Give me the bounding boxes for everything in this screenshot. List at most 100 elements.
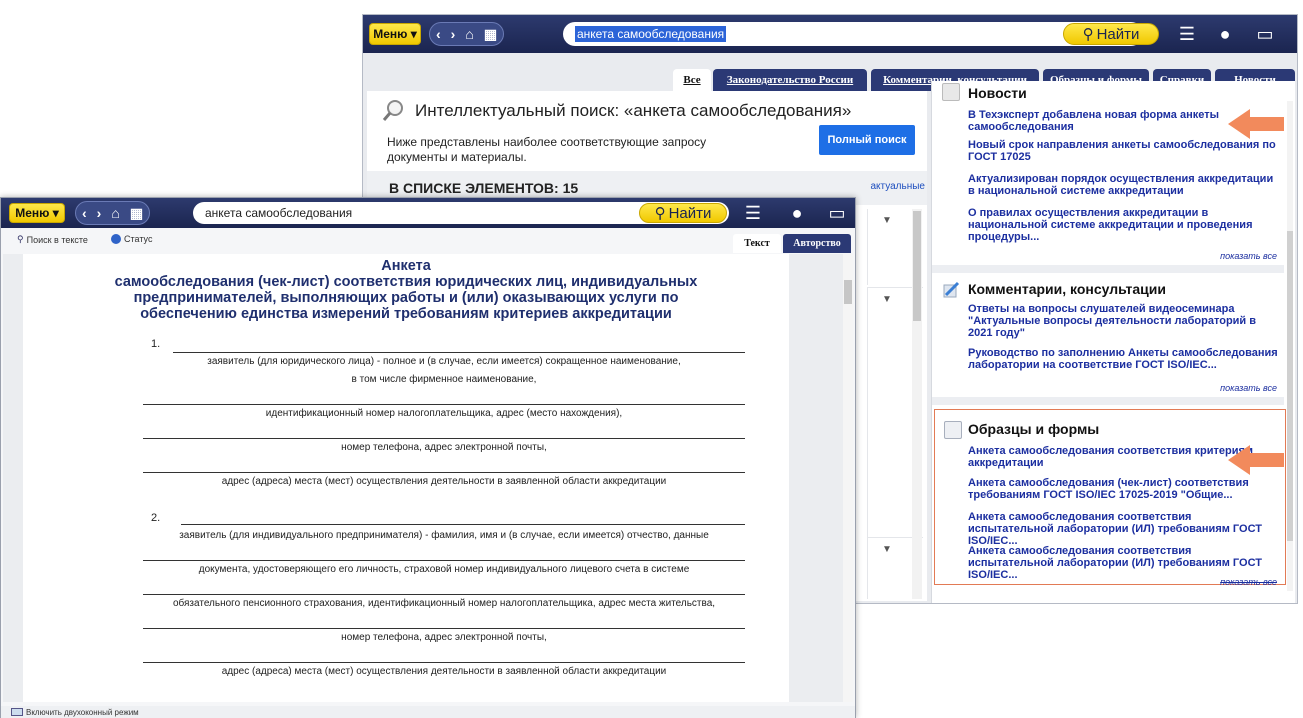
fill-line [143, 628, 745, 629]
panel-scrollbar[interactable] [1287, 101, 1293, 591]
comments-title: Комментарии, консультации [968, 281, 1167, 297]
field-caption: номер телефона, адрес электронной почты, [341, 442, 547, 453]
fill-line [173, 352, 745, 353]
search-icon: ⚲ [1082, 26, 1094, 43]
document-window: Меню ▾ ‹ › ⌂ ▦ анкета самообследования ⚲… [0, 197, 856, 718]
tab-legislation[interactable]: Законодательство России [713, 69, 867, 91]
field-caption: номер телефона, адрес электронной почты, [341, 632, 547, 643]
news-title: Новости [968, 85, 1027, 101]
home-icon[interactable]: ⌂ [465, 26, 473, 42]
grid-icon[interactable]: ▦ [484, 26, 497, 43]
home-icon[interactable]: ⌂ [111, 205, 119, 221]
field-caption: идентификационный номер налогоплательщик… [265, 408, 623, 419]
news-link[interactable]: В Техэксперт добавлена новая форма анкет… [968, 109, 1268, 133]
document-toolbar: Меню ▾ ‹ › ⌂ ▦ анкета самообследования ⚲… [1, 198, 855, 228]
nav-group: ‹ › ⌂ ▦ [75, 201, 151, 225]
find-button[interactable]: ⚲ Найти [639, 203, 727, 223]
field-caption: обязательного пенсионного страхования, и… [172, 598, 716, 609]
field-caption: в том числе фирменное наименование, [351, 374, 537, 385]
search-input[interactable]: анкета самообследования [563, 22, 1143, 46]
results-scrollbar[interactable] [912, 209, 922, 599]
news-link[interactable]: Актуализирован порядок осуществления акк… [968, 173, 1278, 197]
comments-show-all[interactable]: показать все [1220, 383, 1277, 393]
dual-window-toggle[interactable]: Включить двухоконный режим [26, 708, 139, 717]
grid-icon[interactable]: ▦ [130, 205, 143, 222]
search-title: Интеллектуальный поиск: «анкета самообсл… [415, 101, 852, 120]
field-caption: заявитель (для индивидуального предприни… [179, 530, 709, 541]
item-number: 2. [151, 512, 161, 524]
fill-line [143, 560, 745, 561]
chevron-down-icon[interactable]: ▼ [882, 215, 892, 226]
full-search-button[interactable]: Полный поиск [819, 125, 915, 155]
chat-icon[interactable]: ▭ [1253, 23, 1277, 45]
magnifier-icon [381, 99, 403, 121]
doc-title: обеспечению единства измерений требовани… [140, 306, 672, 322]
nav-group: ‹ › ⌂ ▦ [429, 22, 505, 46]
fill-line [143, 662, 745, 663]
field-caption: адрес (адреса) места (мест) осуществлени… [221, 666, 667, 677]
search-in-text-button[interactable]: ⚲ Поиск в тексте [17, 234, 88, 245]
doc-title: Анкета [381, 258, 431, 274]
doc-title: самообследования (чек-лист) соответствия… [114, 274, 698, 290]
forward-icon[interactable]: › [451, 26, 456, 42]
doc-title: предпринимателей, выполняющих работы и (… [133, 290, 679, 306]
find-label: Найти [668, 204, 712, 222]
tab-all[interactable]: Все [673, 69, 711, 91]
find-label: Найти [1096, 25, 1140, 43]
results-count: В СПИСКЕ ЭЛЕМЕНТОВ: 15 [389, 180, 579, 196]
search-icon: ⚲ [654, 205, 666, 222]
fill-line [143, 472, 745, 473]
status-bar: Включить двухоконный режим [1, 706, 855, 718]
fill-line [143, 404, 745, 405]
forward-icon[interactable]: › [97, 205, 102, 221]
document-icon [944, 421, 962, 439]
hamburger-icon[interactable]: ☰ [1175, 23, 1199, 45]
comments-link[interactable]: Ответы на вопросы слушателей видеосемина… [968, 303, 1268, 339]
scroll-thumb[interactable] [1287, 231, 1293, 541]
document-subbar: ⚲ Поиск в тексте Статус [1, 228, 855, 252]
tab-authorship[interactable]: Авторство [783, 234, 851, 253]
user-icon[interactable]: ● [1213, 23, 1237, 45]
related-materials-panel: Новости В Техэксперт добавлена новая фор… [931, 81, 1295, 603]
comments-link[interactable]: Руководство по заполнению Анкеты самообс… [968, 347, 1278, 371]
menu-button[interactable]: Меню ▾ [9, 203, 65, 223]
back-icon[interactable]: ‹ [82, 205, 87, 221]
back-icon[interactable]: ‹ [436, 26, 441, 42]
chevron-down-icon[interactable]: ▼ [882, 544, 892, 555]
forms-link[interactable]: Анкета самообследования соответствия кри… [968, 445, 1268, 469]
news-show-all[interactable]: показать все [1220, 251, 1277, 261]
status-button[interactable]: Статус [111, 234, 152, 244]
hamburger-icon[interactable]: ☰ [741, 202, 765, 224]
forms-link[interactable]: Анкета самообследования (чек-лист) соотв… [968, 477, 1278, 501]
news-link[interactable]: Новый срок направления анкеты самообслед… [968, 139, 1278, 163]
actual-filter[interactable]: актуальные [870, 181, 925, 192]
item-number: 1. [151, 338, 161, 350]
scroll-thumb[interactable] [844, 280, 852, 304]
chevron-down-icon[interactable]: ▼ [882, 294, 892, 305]
fill-line [181, 524, 745, 525]
dual-window-icon[interactable] [11, 708, 23, 716]
search-query: анкета самообследования [205, 206, 353, 220]
news-link[interactable]: О правилах осуществления аккредитации в … [968, 207, 1268, 243]
search-description: Ниже представлены наиболее соответствующ… [387, 135, 707, 164]
find-button[interactable]: ⚲ Найти [1063, 23, 1159, 45]
field-caption: адрес (адреса) места (мест) осуществлени… [221, 476, 667, 487]
document-view: Анкета самообследования (чек-лист) соотв… [3, 254, 853, 702]
scroll-thumb[interactable] [913, 211, 921, 321]
forms-show-all[interactable]: показать все [1220, 577, 1277, 587]
fill-line [143, 594, 745, 595]
search-in-text-label: Поиск в тексте [26, 234, 88, 245]
fill-line [143, 438, 745, 439]
document-scrollbar[interactable] [843, 254, 853, 702]
document-page: Анкета самообследования (чек-лист) соотв… [23, 254, 789, 702]
chat-icon[interactable]: ▭ [825, 202, 849, 224]
tab-text[interactable]: Текст [733, 234, 781, 253]
status-label: Статус [124, 234, 153, 244]
forms-link[interactable]: Анкета самообследования соответствия исп… [968, 511, 1278, 547]
menu-button[interactable]: Меню ▾ [369, 23, 421, 45]
forms-link[interactable]: Анкета самообследования соответствия исп… [968, 545, 1278, 581]
divider [932, 397, 1284, 405]
news-icon [942, 83, 960, 101]
annotation-arrow-icon [1228, 445, 1284, 475]
user-icon[interactable]: ● [785, 202, 809, 224]
